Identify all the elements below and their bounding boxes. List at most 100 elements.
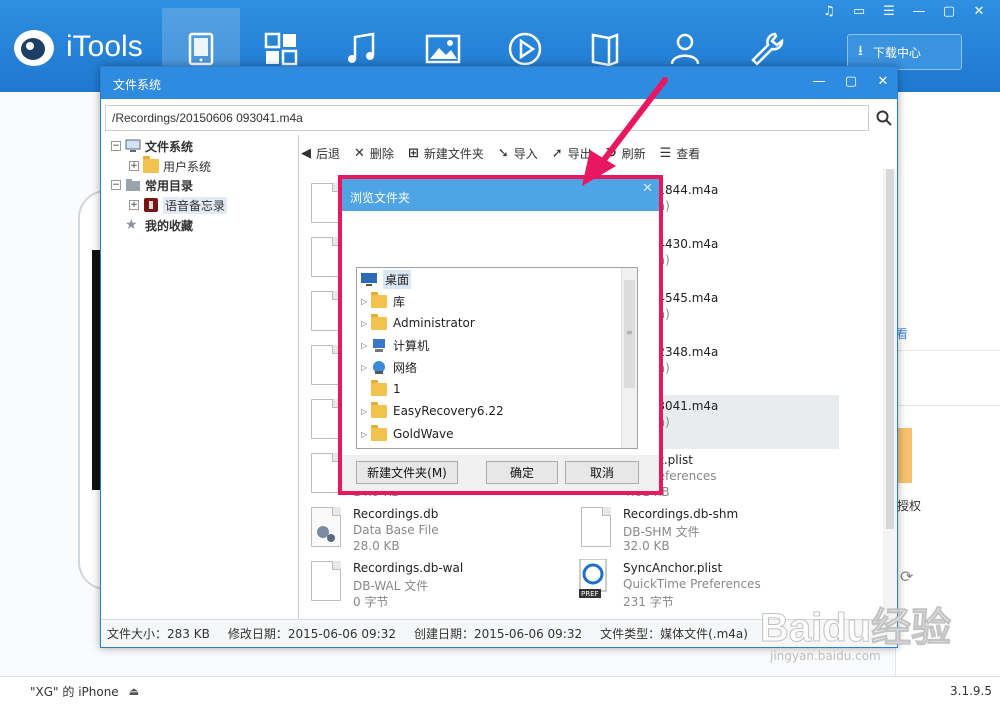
device-name[interactable]: "XG" 的 iPhone [30, 683, 119, 700]
new-folder-button[interactable]: ⊞ 新建文件夹 [408, 145, 484, 162]
back-button[interactable]: ◀ 后退 [301, 145, 340, 162]
status-created-date: 创建日期：2015-06-06 09:32 [413, 627, 583, 641]
refresh-icon: ↻ [605, 145, 617, 161]
file-name: Recordings.db-wal [353, 561, 464, 575]
export-icon: ➚ [551, 145, 563, 161]
browse-item-label: Administrator [393, 316, 475, 330]
file-size: 231 字节 [623, 595, 674, 609]
user-folder-icon [371, 313, 387, 330]
browse-item-label: 桌面 [383, 269, 412, 289]
search-icon[interactable] [873, 105, 895, 131]
browse-scrollbar[interactable]: ≡ [621, 268, 637, 448]
ok-button[interactable]: 确定 [486, 461, 558, 484]
browse-item-library[interactable]: ▷ 库 [361, 291, 405, 311]
import-label: 导入 [513, 146, 538, 161]
path-input[interactable]: /Recordings/20150606 093041.m4a [105, 105, 869, 131]
status-file-size: 文件大小：283 KB [107, 627, 210, 641]
itools-logo: iTools [12, 26, 143, 68]
minimize-icon[interactable]: — [906, 2, 932, 22]
expand-arrow-icon[interactable]: ▷ [361, 430, 371, 439]
browse-close-icon[interactable]: ✕ [642, 181, 653, 196]
new-folder-label: 新建文件夹 [423, 146, 484, 161]
new-folder-button[interactable]: 新建文件夹(M) [356, 461, 458, 484]
collapse-icon[interactable]: − [111, 180, 121, 190]
folder-tree: − 文件系统 + 用户系统 − 常用目录 + 语音备忘录 ★ 我的收藏 [105, 135, 299, 619]
file-type: Data Base File [353, 523, 439, 537]
tree-item-favorites[interactable]: ★ 我的收藏 [125, 216, 193, 234]
browse-item-desktop[interactable]: 桌面 [361, 269, 412, 289]
file-icon [311, 561, 341, 601]
vertical-scrollbar[interactable] [883, 169, 897, 619]
file-size: 28.0 KB [353, 539, 400, 553]
fs-maximize-icon[interactable]: ▢ [839, 71, 863, 93]
browse-item-label: 计算机 [393, 338, 430, 353]
browse-item-computer[interactable]: ▷ 计算机 [361, 335, 429, 355]
collapse-icon[interactable]: − [111, 141, 121, 151]
tree-item-label: 语音备忘录 [163, 196, 228, 214]
export-button[interactable]: ➚ 导出 [552, 145, 592, 162]
browse-item-goldwave[interactable]: ▷ GoldWave [361, 424, 454, 444]
view-button[interactable]: ☰ 查看 [660, 145, 701, 162]
file-type: QuickTime Preferences [623, 577, 761, 591]
download-icon: ⭳ [858, 43, 863, 59]
expand-arrow-icon[interactable]: ▷ [361, 363, 371, 372]
browse-item-label: EasyRecovery6.22 [393, 404, 504, 418]
browse-item-label: 网络 [393, 360, 418, 375]
delete-button[interactable]: ✕ 删除 [354, 145, 394, 162]
folder-icon [371, 379, 387, 396]
browse-item-network[interactable]: ▷ 网络 [361, 357, 417, 377]
divider [895, 405, 1000, 406]
expand-icon[interactable]: + [129, 161, 139, 171]
file-type: DB-WAL 文件 [353, 579, 429, 593]
maximize-icon[interactable]: ▢ [936, 2, 962, 22]
tree-item-label: 常用目录 [145, 178, 194, 193]
browse-item-label: 1 [393, 382, 401, 396]
tree-item-common-dirs[interactable]: − 常用目录 [111, 176, 193, 194]
file-item[interactable]: Recordings.db-wal DB-WAL 文件 0 字节 [301, 557, 571, 611]
file-item[interactable]: Recordings.db-shm DB-SHM 文件 32.0 KB [571, 503, 841, 557]
close-icon[interactable]: ✕ [966, 2, 992, 22]
tree-item-user-system[interactable]: + 用户系统 [129, 156, 211, 175]
menu-icon[interactable]: ☰ [876, 2, 902, 22]
browse-item-administrator[interactable]: ▷ Administrator [361, 313, 475, 333]
tree-item-voice-memos[interactable]: + 语音备忘录 [129, 196, 228, 214]
expand-arrow-icon[interactable]: ▷ [361, 319, 371, 328]
browse-folder-dialog: 浏览文件夹 ✕ 桌面 ▷ 库 ▷ Administrator ▷ 计算机 ▷ 网… [338, 175, 663, 495]
database-file-icon [311, 507, 341, 547]
fs-close-icon[interactable]: ✕ [871, 71, 895, 93]
browse-item-easyrecovery[interactable]: ▷ EasyRecovery6.22 [361, 401, 504, 421]
browse-item-folder-1[interactable]: 1 [371, 379, 401, 399]
browse-item-label: GoldWave [393, 427, 454, 441]
browse-titlebar: 浏览文件夹 ✕ [342, 179, 659, 211]
skin-icon[interactable]: ♫ [816, 2, 842, 22]
file-name: Recordings.db [353, 507, 439, 521]
refresh-button[interactable]: ↻ 刷新 [606, 145, 646, 162]
itools-eye-icon [12, 26, 58, 68]
back-label: 后退 [316, 146, 341, 161]
feedback-icon[interactable]: ▭ [846, 2, 872, 22]
library-icon [371, 291, 387, 308]
folder-gray-icon [125, 178, 141, 192]
file-name: Recordings.db-shm [623, 507, 739, 521]
right-info-panel [895, 92, 1000, 676]
import-icon: ➘ [497, 145, 509, 161]
fs-minimize-icon[interactable]: — [807, 71, 831, 93]
tree-item-file-system[interactable]: − 文件系统 [111, 137, 193, 155]
cancel-button[interactable]: 取消 [565, 461, 639, 484]
tree-item-label: 文件系统 [145, 139, 194, 154]
expand-icon[interactable]: + [129, 200, 139, 210]
version-label: 3.1.9.5 [950, 684, 992, 698]
tree-item-label: 我的收藏 [145, 218, 194, 233]
expand-arrow-icon[interactable]: ▷ [361, 407, 371, 416]
file-item[interactable]: Recordings.db Data Base File 28.0 KB [301, 503, 571, 557]
expand-arrow-icon[interactable]: ▷ [361, 297, 371, 306]
app-name: iTools [66, 30, 143, 63]
import-button[interactable]: ➘ 导入 [498, 145, 538, 162]
refresh-icon[interactable]: ⟳ [900, 567, 913, 586]
file-item[interactable]: PREF SyncAnchor.plist QuickTime Preferen… [571, 557, 841, 611]
browse-item-label: 库 [393, 294, 406, 309]
download-center-button[interactable]: ⭳ 下载中心 [847, 34, 962, 70]
eject-icon[interactable]: ⏏ [129, 685, 139, 698]
browse-folder-tree[interactable]: 桌面 ▷ 库 ▷ Administrator ▷ 计算机 ▷ 网络 1 ▷ Ea… [356, 267, 638, 449]
expand-arrow-icon[interactable]: ▷ [361, 341, 371, 350]
